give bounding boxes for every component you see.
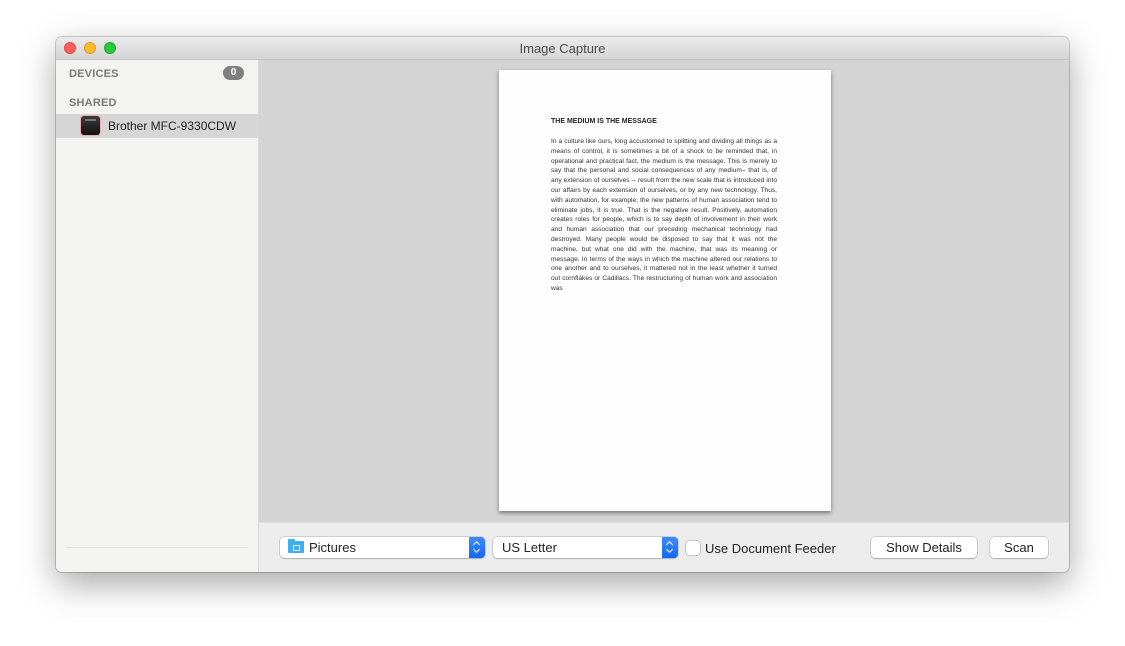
show-details-button[interactable]: Show Details — [871, 537, 977, 558]
document-feeder-checkbox[interactable] — [686, 541, 700, 555]
sidebar-item-brother-mfc-9330cdw[interactable]: Brother MFC-9330CDW — [56, 114, 258, 138]
paper-size-value: US Letter — [502, 540, 557, 555]
device-label: Brother MFC-9330CDW — [108, 119, 237, 133]
chevron-updown-icon — [469, 537, 485, 558]
document-body: In a culture like ours, long accustomed … — [551, 138, 777, 292]
folder-pictures-icon — [288, 539, 304, 553]
paper-size-popup[interactable]: US Letter — [493, 537, 678, 558]
destination-popup[interactable]: Pictures — [280, 537, 485, 558]
image-capture-window: Image Capture DEVICES 0 SHARED Brother M… — [56, 37, 1069, 572]
scan-button[interactable]: Scan — [990, 537, 1048, 558]
printer-icon — [81, 116, 100, 135]
document-title: THE MEDIUM IS THE MESSAGE — [551, 118, 657, 125]
document-feeder-label[interactable]: Use Document Feeder — [705, 541, 836, 556]
window-title: Image Capture — [519, 41, 606, 56]
devices-count-badge: 0 — [223, 66, 244, 80]
devices-header: DEVICES — [69, 68, 119, 80]
scanned-page[interactable]: THE MEDIUM IS THE MESSAGE In a culture l… — [499, 70, 831, 511]
sidebar-divider — [66, 547, 248, 548]
shared-header: SHARED — [69, 97, 117, 109]
scan-preview-area[interactable]: THE MEDIUM IS THE MESSAGE In a culture l… — [259, 60, 1069, 522]
title-bar: Image Capture — [56, 37, 1069, 60]
sidebar: DEVICES 0 SHARED Brother MFC-9330CDW — [56, 60, 259, 572]
scan-toolbar: Pictures US Letter Use Document Feeder S… — [259, 522, 1069, 572]
destination-value: Pictures — [309, 540, 356, 555]
chevron-updown-icon — [662, 537, 678, 558]
